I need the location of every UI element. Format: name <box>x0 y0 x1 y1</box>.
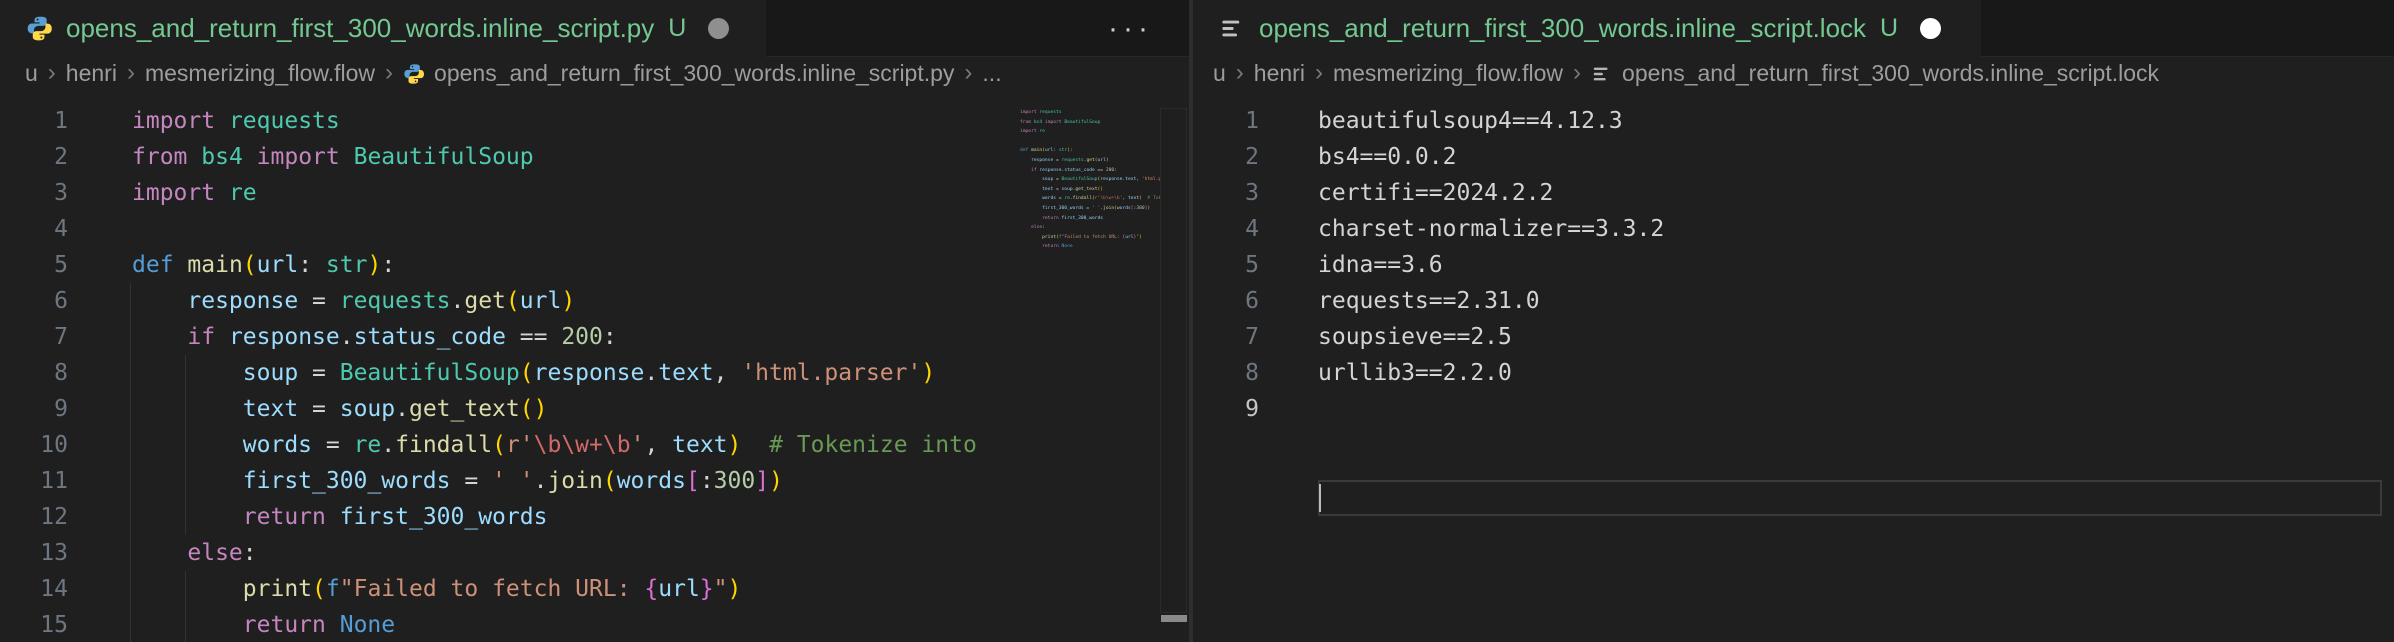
minimap[interactable]: import requestsfrom bs4 import Beautiful… <box>1020 108 1161 264</box>
line-number: 1 <box>0 103 68 139</box>
line-number: 8 <box>0 355 68 391</box>
breadcrumb: u › henri › mesmerizing_flow.flow › opens_and_… <box>0 57 1189 89</box>
code-line[interactable]: 7soupsieve==2.5 <box>1193 319 2394 355</box>
code-line[interactable]: 1import requests <box>0 103 1020 139</box>
breadcrumb: u › henri › mesmerizing_flow.flow › opens_and_… <box>1193 57 2394 89</box>
code-line[interactable]: 7 if response.status_code == 200: <box>0 319 1020 355</box>
git-status-badge: U <box>668 14 686 43</box>
chevron-right-icon: › <box>48 59 56 87</box>
line-number: 2 <box>0 139 68 175</box>
line-number: 7 <box>1193 319 1259 355</box>
code-line[interactable]: 5idna==3.6 <box>1193 247 2394 283</box>
chevron-right-icon: › <box>964 59 972 87</box>
line-number: 7 <box>0 319 68 355</box>
chevron-right-icon: › <box>1236 59 1244 87</box>
chevron-right-icon: › <box>385 59 393 87</box>
code-line[interactable]: 5def main(url: str): <box>0 247 1020 283</box>
code-line[interactable]: 1beautifulsoup4==4.12.3 <box>1193 103 2394 139</box>
line-number: 2 <box>1193 139 1259 175</box>
code-line[interactable]: 6 response = requests.get(url) <box>0 283 1020 319</box>
line-number: 6 <box>0 283 68 319</box>
code-line[interactable]: 3import re <box>0 175 1020 211</box>
list-file-icon <box>1591 63 1613 85</box>
line-number: 4 <box>1193 211 1259 247</box>
code-line[interactable]: 13 else: <box>0 535 1020 571</box>
line-number: 6 <box>1193 283 1259 319</box>
chevron-right-icon: › <box>127 59 135 87</box>
breadcrumb-file[interactable]: opens_and_return_first_300_words.inline_… <box>434 60 954 87</box>
line-number: 11 <box>0 463 68 499</box>
line-number: 5 <box>1193 247 1259 283</box>
line-number: 8 <box>1193 355 1259 391</box>
code-line[interactable]: 2from bs4 import BeautifulSoup <box>0 139 1020 175</box>
current-line-highlight <box>1318 480 2382 516</box>
text-cursor <box>1319 484 1321 512</box>
list-file-icon <box>1219 15 1246 42</box>
line-number: 13 <box>0 535 68 571</box>
lock-file-editor[interactable]: 1beautifulsoup4==4.12.32bs4==0.0.23certi… <box>1193 89 2394 642</box>
tab-bar-left: opens_and_return_first_300_words.inline_… <box>0 0 1189 57</box>
tab-label: opens_and_return_first_300_words.inline_… <box>66 13 654 44</box>
code-line[interactable]: 2bs4==0.0.2 <box>1193 139 2394 175</box>
indent-guide <box>130 283 131 642</box>
code-line[interactable]: 10 words = re.findall(r'\b\w+\b', text) … <box>0 427 1020 463</box>
tab-label: opens_and_return_first_300_words.inline_… <box>1259 13 1866 44</box>
indent-guide <box>185 571 186 642</box>
breadcrumb-segment[interactable]: u <box>25 60 38 87</box>
modified-dot-icon[interactable] <box>1920 18 1941 39</box>
line-number: 10 <box>0 427 68 463</box>
line-number: 3 <box>0 175 68 211</box>
code-line[interactable]: 15 return None <box>0 607 1020 642</box>
code-line[interactable]: 4charset-normalizer==3.3.2 <box>1193 211 2394 247</box>
chevron-right-icon: › <box>1573 59 1581 87</box>
code-line[interactable]: 12 return first_300_words <box>0 499 1020 535</box>
breadcrumb-segment[interactable]: mesmerizing_flow.flow <box>145 60 375 87</box>
tab-bar-right: opens_and_return_first_300_words.inline_… <box>1193 0 2394 57</box>
line-number: 1 <box>1193 103 1259 139</box>
code-line[interactable]: 8urllib3==2.2.0 <box>1193 355 2394 391</box>
code-line[interactable]: 9 text = soup.get_text() <box>0 391 1020 427</box>
line-number: 9 <box>0 391 68 427</box>
modified-dot-icon[interactable] <box>708 18 729 39</box>
tab-lock-file[interactable]: opens_and_return_first_300_words.inline_… <box>1193 0 1981 57</box>
line-number: 4 <box>0 211 68 247</box>
python-icon <box>26 15 53 42</box>
python-editor[interactable]: 1import requests2from bs4 import Beautif… <box>0 89 1189 642</box>
python-icon <box>403 63 425 85</box>
line-number: 12 <box>0 499 68 535</box>
code-line[interactable]: 4 <box>0 211 1020 247</box>
more-actions-icon[interactable]: ··· <box>1108 2 1153 56</box>
indent-guide <box>185 355 186 535</box>
line-number: 15 <box>0 607 68 642</box>
line-number: 5 <box>0 247 68 283</box>
editor-group-right: opens_and_return_first_300_words.inline_… <box>1193 0 2394 642</box>
overview-ruler-cursor-mark <box>1161 615 1187 622</box>
code-line[interactable]: 14 print(f"Failed to fetch URL: {url}") <box>0 571 1020 607</box>
line-number: 3 <box>1193 175 1259 211</box>
breadcrumb-file[interactable]: opens_and_return_first_300_words.inline_… <box>1622 60 2159 87</box>
vertical-scrollbar[interactable] <box>1160 108 1187 613</box>
chevron-right-icon: › <box>1315 59 1323 87</box>
breadcrumb-symbol-ellipsis[interactable]: ... <box>982 60 1001 87</box>
breadcrumb-segment[interactable]: mesmerizing_flow.flow <box>1333 60 1563 87</box>
code-line[interactable]: 6requests==2.31.0 <box>1193 283 2394 319</box>
git-status-badge: U <box>1880 14 1898 43</box>
code-line[interactable]: 3certifi==2024.2.2 <box>1193 175 2394 211</box>
vscode-window: opens_and_return_first_300_words.inline_… <box>0 0 2394 642</box>
breadcrumb-segment[interactable]: henri <box>1254 60 1305 87</box>
breadcrumb-segment[interactable]: henri <box>66 60 117 87</box>
code-line[interactable]: 11 first_300_words = ' '.join(words[:300… <box>0 463 1020 499</box>
breadcrumb-segment[interactable]: u <box>1213 60 1226 87</box>
code-line[interactable]: 8 soup = BeautifulSoup(response.text, 'h… <box>0 355 1020 391</box>
editor-group-left: opens_and_return_first_300_words.inline_… <box>0 0 1189 642</box>
line-number: 14 <box>0 571 68 607</box>
tab-python-file[interactable]: opens_and_return_first_300_words.inline_… <box>0 0 766 57</box>
line-number: 9 <box>1193 391 1259 427</box>
code-line[interactable]: 9 <box>1193 391 2394 427</box>
